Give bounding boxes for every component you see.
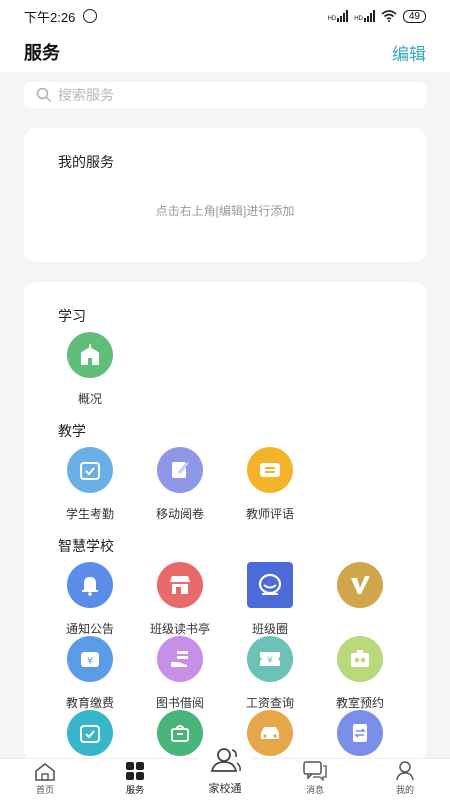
tab-home-school-label: 家校通 (208, 783, 242, 795)
section-title-study: 学习 (58, 308, 86, 324)
service-schedule[interactable] (45, 710, 135, 762)
tab-messages[interactable]: 消息 (270, 759, 360, 800)
my-services-hint: 点击右上角[编辑]进行添加 (155, 204, 295, 218)
my-services-title: 我的服务 (58, 154, 114, 170)
all-services-card: 学习 概况 教学 学生考勤 移动阅卷 教师评语 智慧学校 通知公告 班级读书亭 … (24, 282, 426, 762)
basket-icon (157, 710, 203, 756)
section-title-smart-school: 智慧学校 (58, 538, 114, 554)
pen-paper-icon (157, 447, 203, 493)
wifi-icon (381, 10, 397, 22)
service-salary-query[interactable]: ¥ 工资查询 (225, 636, 315, 711)
edit-button[interactable]: 编辑 (392, 40, 426, 65)
bottom-tab-bar: 首页 服务 家校通 消息 我的 (0, 745, 450, 800)
classroom-icon (337, 636, 383, 682)
hd-label-2: HD (354, 16, 363, 22)
tab-messages-label: 消息 (305, 785, 324, 795)
home-icon (35, 763, 55, 781)
page-title: 服务 (24, 43, 60, 63)
grid-icon (126, 762, 144, 780)
service-label: 教育缴费 (65, 696, 114, 710)
svg-text:¥: ¥ (267, 656, 273, 666)
svg-text:¥: ¥ (87, 656, 93, 667)
tab-mine-label: 我的 (395, 785, 414, 795)
service-classroom-booking[interactable]: 教室预约 (315, 636, 405, 711)
service-label: 班级读书亭 (149, 622, 210, 636)
service-library-borrow[interactable]: 图书借阅 (135, 636, 225, 711)
my-services-card: 我的服务 点击右上角[编辑]进行添加 (24, 128, 426, 262)
service-mobile-marking[interactable]: 移动阅卷 (135, 447, 225, 522)
salary-ticket-icon: ¥ (247, 636, 293, 682)
page-header: 服务 编辑 (0, 32, 450, 72)
section-title-teaching: 教学 (58, 423, 86, 439)
service-class-circle[interactable]: 班级圈 (225, 562, 315, 637)
chat-icon (303, 761, 327, 781)
status-indicators: HD HD 49 (328, 9, 426, 23)
service-label: 学生考勤 (65, 507, 114, 521)
tab-home[interactable]: 首页 (0, 759, 90, 800)
service-class-bookstall[interactable]: 班级读书亭 (135, 562, 225, 637)
service-label: 移动阅卷 (155, 507, 204, 521)
service-overview[interactable]: 概况 (45, 332, 135, 407)
service-student-attendance[interactable]: 学生考勤 (45, 447, 135, 522)
payment-icon: ¥ (67, 636, 113, 682)
search-bar[interactable]: 搜索服务 (24, 82, 426, 108)
car-icon (247, 710, 293, 756)
service-notice[interactable]: 通知公告 (45, 562, 135, 637)
alarm-icon (83, 9, 98, 23)
service-label: 工资查询 (245, 696, 294, 710)
service-education-payment[interactable]: ¥ 教育缴费 (45, 636, 135, 711)
status-bar: 下午2:26 HD HD 49 (0, 0, 450, 32)
school-icon (67, 332, 113, 378)
tab-services-label: 服务 (125, 785, 144, 795)
book-hand-icon (157, 636, 203, 682)
service-teacher-comments[interactable]: 教师评语 (225, 447, 315, 522)
search-placeholder: 搜索服务 (58, 87, 114, 103)
service-document[interactable] (315, 710, 405, 762)
comment-card-icon (247, 447, 293, 493)
service-label: 教师评语 (245, 507, 294, 521)
service-label: 通知公告 (65, 622, 114, 636)
service-label: 图书借阅 (155, 696, 204, 710)
tab-home-school[interactable]: 家校通 (180, 745, 270, 800)
calendar-check-icon (67, 710, 113, 756)
v-badge-icon (337, 562, 383, 608)
signal-2-icon: HD (354, 10, 375, 22)
service-label: 概况 (77, 392, 102, 406)
signal-1-icon: HD (328, 10, 349, 22)
store-icon (157, 562, 203, 608)
tab-services[interactable]: 服务 (90, 759, 180, 800)
service-v-badge[interactable] (315, 562, 405, 620)
service-label: 班级圈 (251, 622, 288, 636)
search-icon (36, 87, 52, 103)
users-icon (210, 748, 241, 772)
document-swap-icon (337, 710, 383, 756)
calendar-check-icon (67, 447, 113, 493)
chat-bubble-icon (247, 562, 293, 608)
service-label: 教室预约 (335, 696, 384, 710)
status-time: 下午2:26 (24, 9, 76, 25)
user-icon (396, 761, 414, 781)
bell-icon (67, 562, 113, 608)
hd-label: HD (327, 16, 337, 22)
battery-indicator: 49 (402, 9, 426, 23)
tab-home-label: 首页 (35, 785, 54, 795)
tab-mine[interactable]: 我的 (360, 759, 450, 800)
